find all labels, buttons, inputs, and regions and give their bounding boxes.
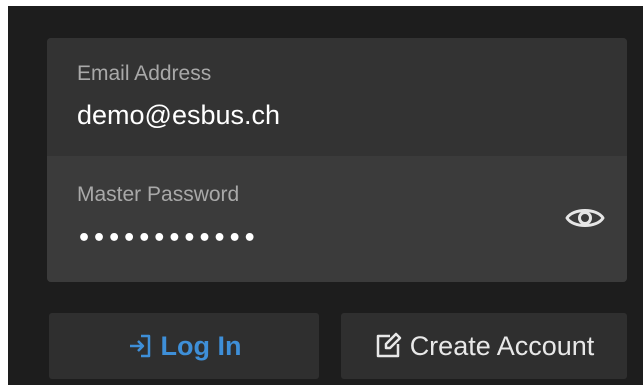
- password-field[interactable]: Master Password ••••••••••••: [47, 156, 627, 282]
- password-label: Master Password: [77, 183, 240, 206]
- create-account-label: Create Account: [409, 330, 595, 361]
- password-input[interactable]: ••••••••••••: [77, 226, 258, 251]
- login-button[interactable]: Log In: [49, 313, 319, 379]
- email-input[interactable]: demo@esbus.ch: [77, 100, 537, 131]
- login-button-label: Log In: [160, 330, 242, 361]
- edit-icon: [376, 332, 401, 358]
- eye-icon[interactable]: [565, 204, 605, 232]
- email-label: Email Address: [77, 62, 212, 85]
- create-account-button[interactable]: Create Account: [341, 313, 627, 379]
- login-window: Email Address demo@esbus.ch Master Passw…: [8, 6, 643, 385]
- email-field[interactable]: Email Address demo@esbus.ch: [47, 38, 627, 156]
- login-form: Email Address demo@esbus.ch Master Passw…: [47, 38, 627, 282]
- sign-in-icon: [129, 334, 150, 358]
